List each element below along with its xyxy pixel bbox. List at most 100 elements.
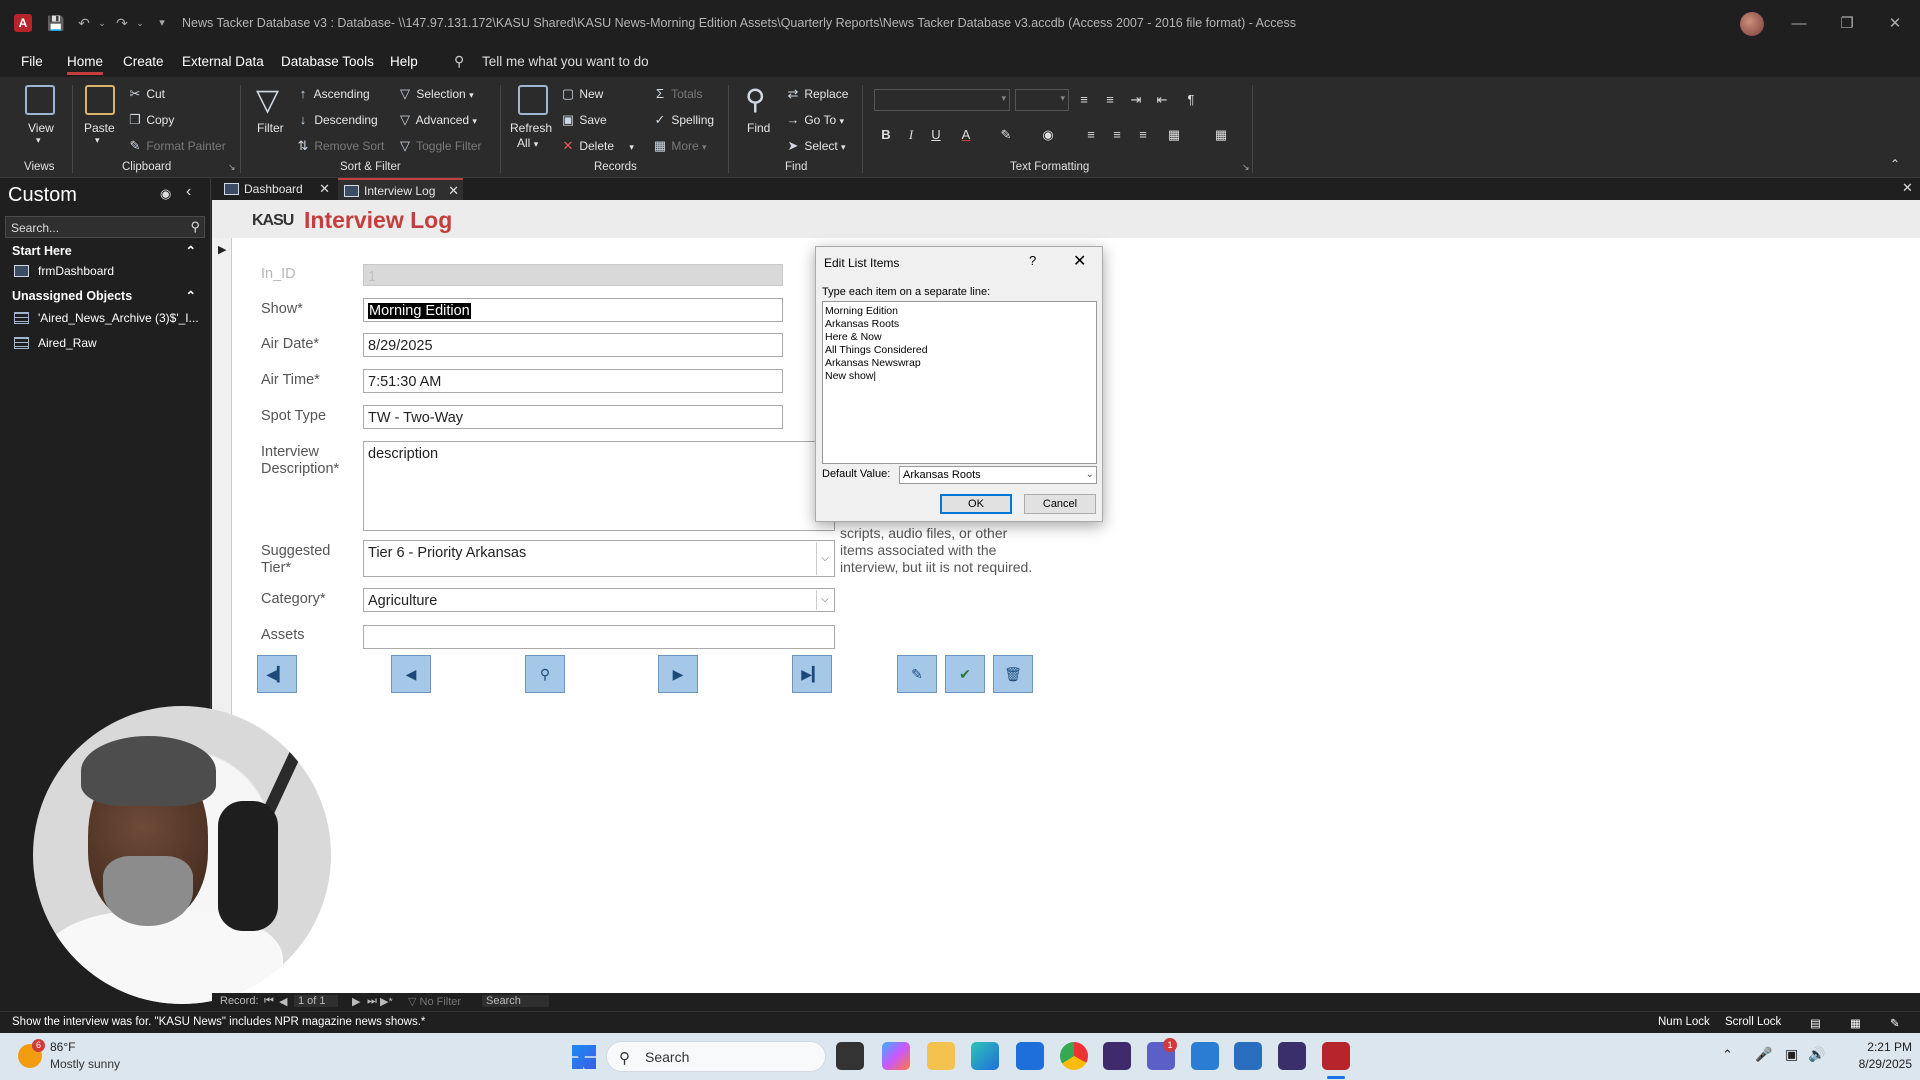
- weather-temperature[interactable]: 86°F: [50, 1040, 75, 1054]
- paragraph-direction-icon[interactable]: ¶: [1180, 89, 1202, 111]
- view-button[interactable]: View: [28, 121, 54, 135]
- previous-record-button[interactable]: ◀: [391, 655, 431, 693]
- totals-button[interactable]: Σ Totals: [652, 86, 703, 101]
- goto-button[interactable]: → Go To ▾: [785, 112, 845, 127]
- tab-file[interactable]: File: [21, 54, 43, 69]
- microphone-icon[interactable]: 🎤: [1755, 1046, 1772, 1063]
- first-record-button[interactable]: ◀▎: [257, 655, 297, 693]
- undo-dropdown-icon[interactable]: ⌄: [92, 13, 112, 33]
- first-record-icon[interactable]: ⏮: [264, 995, 274, 1008]
- underline-icon[interactable]: U: [925, 124, 947, 146]
- decrease-indent-icon[interactable]: ⇤: [1151, 89, 1173, 111]
- font-name-dropdown[interactable]: ▾: [874, 89, 1010, 111]
- bold-icon[interactable]: B: [875, 124, 897, 146]
- minimize-icon[interactable]: —: [1779, 12, 1819, 36]
- chevron-down-icon[interactable]: ⌵: [816, 542, 833, 575]
- ascending-button[interactable]: ↑ Ascending: [295, 86, 370, 101]
- tab-help[interactable]: Help: [390, 54, 418, 69]
- chrome-icon[interactable]: [1060, 1042, 1088, 1070]
- network-icon[interactable]: ▣: [1785, 1046, 1798, 1063]
- spelling-button[interactable]: ✓ Spelling: [652, 112, 715, 128]
- font-color-icon[interactable]: A: [955, 124, 977, 146]
- user-avatar[interactable]: [1740, 12, 1764, 36]
- show-combo[interactable]: Morning Edition: [363, 298, 783, 322]
- close-tab-icon[interactable]: ✕: [319, 178, 330, 200]
- cancel-button[interactable]: Cancel: [1024, 494, 1096, 514]
- windows-start-icon[interactable]: [572, 1045, 596, 1069]
- copilot-icon[interactable]: [882, 1042, 910, 1070]
- toggle-filter-button[interactable]: ▽ Toggle Filter: [397, 138, 482, 154]
- save-icon[interactable]: 💾: [46, 13, 66, 33]
- search-record-button[interactable]: ⚲: [525, 655, 565, 693]
- view-dropdown-icon[interactable]: ▾: [36, 135, 41, 146]
- access-taskbar-icon[interactable]: [1322, 1042, 1350, 1070]
- tab-external-data[interactable]: External Data: [182, 54, 264, 69]
- ok-button[interactable]: OK: [940, 494, 1012, 514]
- refresh-icon[interactable]: [518, 85, 548, 115]
- new-record-button[interactable]: ▢ New: [560, 86, 604, 102]
- view-icon[interactable]: [25, 85, 55, 115]
- remove-sort-button[interactable]: ⇅ Remove Sort: [295, 138, 385, 154]
- air-time-field[interactable]: 7:51:30 AM: [363, 369, 783, 393]
- delete-record-button[interactable]: ✕ Delete ▾: [560, 138, 634, 154]
- in-id-field[interactable]: 1: [363, 264, 783, 286]
- gridlines-icon[interactable]: ▦: [1210, 124, 1232, 146]
- word-planner-icon[interactable]: [1191, 1042, 1219, 1070]
- form-view-icon[interactable]: ▤: [1810, 1016, 1821, 1030]
- paste-icon[interactable]: [85, 85, 115, 115]
- list-items-textarea[interactable]: Morning Edition Arkansas Roots Here & No…: [822, 301, 1097, 464]
- align-center-icon[interactable]: ≡: [1106, 124, 1128, 146]
- default-value-dropdown[interactable]: Arkansas Roots ⌄: [899, 466, 1097, 484]
- copy-button[interactable]: ❐ Copy: [127, 112, 174, 128]
- datasheet-view-icon[interactable]: ▦: [1850, 1016, 1861, 1030]
- record-search-input[interactable]: Search: [482, 995, 549, 1007]
- filter-funnel-icon[interactable]: ▽: [256, 83, 279, 118]
- last-record-button[interactable]: ▶▎: [792, 655, 832, 693]
- doc-tab-dashboard[interactable]: Dashboard ✕: [218, 178, 334, 200]
- app-grid-icon[interactable]: [1103, 1042, 1131, 1070]
- nav-item-frmdashboard[interactable]: frmDashboard: [14, 261, 114, 281]
- italic-icon[interactable]: I: [900, 124, 922, 146]
- close-document-icon[interactable]: ✕: [1902, 180, 1913, 196]
- tell-me-box[interactable]: Tell me what you want to do: [482, 54, 649, 69]
- font-size-dropdown[interactable]: ▾: [1015, 89, 1069, 111]
- selection-button[interactable]: ▽ Selection ▾: [397, 86, 474, 102]
- format-painter-button[interactable]: ✎ Format Painter: [127, 138, 226, 154]
- last-record-icon[interactable]: ⏭: [367, 995, 377, 1008]
- description-field[interactable]: description: [363, 441, 835, 531]
- next-record-icon[interactable]: ▶: [352, 995, 360, 1008]
- chevron-down-icon[interactable]: ⌵: [816, 590, 833, 610]
- record-position-input[interactable]: 1 of 1: [294, 995, 338, 1007]
- nav-group-unassigned[interactable]: Unassigned Objects ⌃: [0, 286, 210, 306]
- close-window-icon[interactable]: ✕: [1875, 12, 1915, 36]
- align-right-icon[interactable]: ≡: [1132, 124, 1154, 146]
- highlight-icon[interactable]: ✎: [995, 124, 1017, 146]
- alternate-row-color-icon[interactable]: ▦: [1163, 124, 1185, 146]
- task-view-icon[interactable]: [836, 1042, 864, 1070]
- doc-tab-interview-log[interactable]: Interview Log ✕: [338, 178, 463, 200]
- refresh-all-label[interactable]: All ▾: [517, 136, 538, 150]
- restore-icon[interactable]: ❐: [1827, 12, 1867, 36]
- clock-date[interactable]: 8/29/2025: [1852, 1057, 1912, 1071]
- volume-icon[interactable]: 🔊: [1808, 1046, 1825, 1063]
- file-explorer-icon[interactable]: [927, 1042, 955, 1070]
- cut-button[interactable]: ✂ Cut: [127, 86, 165, 102]
- descending-button[interactable]: ↓ Descending: [295, 112, 378, 127]
- new-record-nav-icon[interactable]: ▶*: [380, 995, 393, 1008]
- chevron-up-icon[interactable]: ⌃: [1722, 1047, 1733, 1063]
- edit-record-button[interactable]: ✎: [897, 655, 937, 693]
- advanced-button[interactable]: ▽ Advanced ▾: [397, 112, 477, 128]
- nav-search-input[interactable]: Search... ⚲: [5, 216, 205, 238]
- find-button[interactable]: Find: [747, 121, 770, 135]
- clipboard-launcher-icon[interactable]: ↘: [228, 162, 236, 173]
- redo-icon[interactable]: ↷: [112, 13, 132, 33]
- redo-dropdown-icon[interactable]: ⌄: [130, 13, 150, 33]
- text-formatting-launcher-icon[interactable]: ↘: [1242, 162, 1250, 173]
- select-button[interactable]: ➤ Select ▾: [785, 138, 846, 154]
- bullets-icon[interactable]: ≡: [1073, 89, 1095, 111]
- more-button[interactable]: ▦ More ▾: [652, 138, 707, 154]
- nav-menu-icon[interactable]: ◉: [160, 186, 171, 202]
- replace-button[interactable]: ⇄ Replace: [785, 86, 849, 102]
- store-icon[interactable]: [1016, 1042, 1044, 1070]
- paste-button[interactable]: Paste: [84, 121, 115, 135]
